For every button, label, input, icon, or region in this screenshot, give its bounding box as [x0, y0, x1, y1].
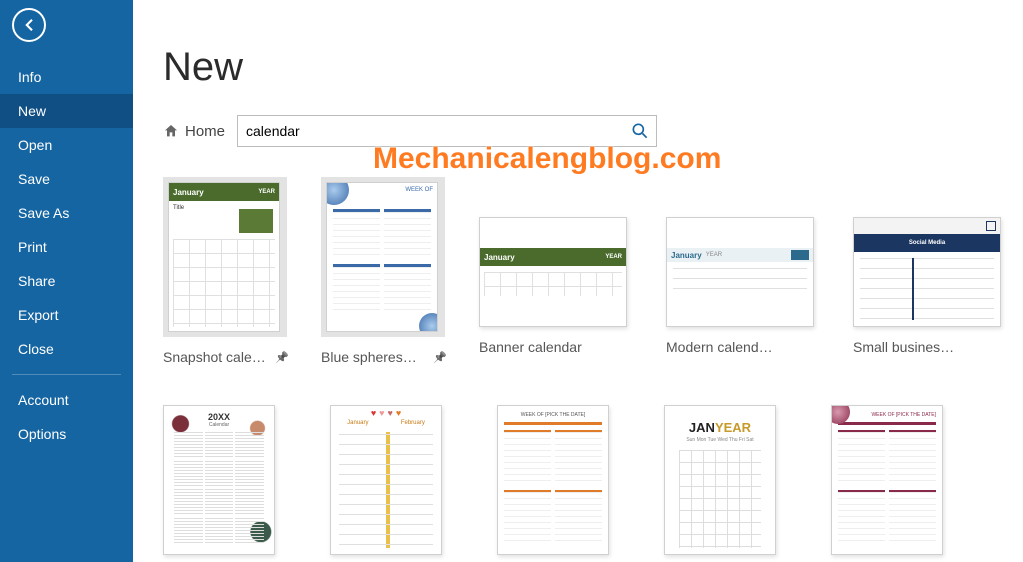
template-name: Banner calendar [479, 339, 582, 355]
template-name: Small busines… [853, 339, 954, 355]
home-icon [163, 123, 179, 139]
template-card[interactable]: JanuaryYEAR Banner calendar [479, 177, 634, 365]
template-thumbnail: January YEAR [666, 217, 814, 327]
pin-icon[interactable]: 📌 [433, 351, 447, 364]
sidebar-item-save-as[interactable]: Save As [0, 196, 133, 230]
template-thumbnail: ♥♥♥♥ JanuaryFebruary [330, 405, 442, 555]
sidebar-item-export[interactable]: Export [0, 298, 133, 332]
breadcrumb-home[interactable]: Home [185, 123, 225, 140]
backstage-sidebar: InfoNewOpenSaveSave AsPrintShareExportCl… [0, 0, 133, 562]
template-card[interactable]: Social Media Small busines… [853, 177, 1008, 365]
sidebar-item-share[interactable]: Share [0, 264, 133, 298]
sidebar-item-save[interactable]: Save [0, 162, 133, 196]
arrow-left-icon [20, 16, 38, 34]
sidebar-item-account[interactable]: Account [0, 383, 133, 417]
template-thumbnail: JanuaryYEAR Title [168, 182, 280, 332]
sidebar-item-info[interactable]: Info [0, 60, 133, 94]
template-card[interactable]: 20XX Calendar Modern floral… [163, 405, 298, 562]
template-thumbnail: 20XX Calendar [163, 405, 275, 555]
template-thumbnail: Social Media [853, 217, 1001, 327]
page-title: New [163, 45, 1023, 90]
template-name: Snapshot cale… [163, 349, 266, 365]
sidebar-item-close[interactable]: Close [0, 332, 133, 366]
template-name: Blue spheres… [321, 349, 417, 365]
search-input[interactable] [238, 116, 624, 146]
template-card[interactable]: JANYEAR Sun Mon Tue Wed Thu Fri Sat Cale… [664, 405, 799, 562]
search-box [237, 115, 657, 147]
template-name: Modern calendar w… [666, 339, 776, 355]
menu-separator [12, 374, 121, 375]
template-card[interactable]: JanuaryYEAR Title Snapshot cale… 📌 [163, 177, 289, 365]
template-thumbnail: WEEK OF [326, 182, 438, 332]
template-card[interactable]: WEEK OF [PICK THE DATE] Rose suite ap… [831, 405, 966, 562]
template-card[interactable]: January YEAR Modern calendar w… [666, 177, 821, 365]
template-thumbnail: JanuaryYEAR [479, 217, 627, 327]
search-icon [630, 121, 650, 141]
template-thumbnail: JANYEAR Sun Mon Tue Wed Thu Fri Sat [664, 405, 776, 555]
search-button[interactable] [624, 116, 656, 146]
main-panel: New Home Mechanicalengblog.com JanuaryYE… [133, 0, 1023, 562]
breadcrumb: Home [163, 115, 1023, 147]
template-card[interactable]: WEEK OF Blue spheres… 📌 [321, 177, 447, 365]
template-card[interactable]: ♥♥♥♥ JanuaryFebruary Birthday and… [330, 405, 465, 562]
sidebar-item-new[interactable]: New [0, 94, 133, 128]
template-card[interactable]: WEEK OF [PICK THE DATE] Weekly appoi… [497, 405, 632, 562]
sidebar-item-print[interactable]: Print [0, 230, 133, 264]
template-grid: JanuaryYEAR Title Snapshot cale…📌WEEK OF… [163, 177, 1023, 562]
sidebar-item-open[interactable]: Open [0, 128, 133, 162]
sidebar-item-options[interactable]: Options [0, 417, 133, 451]
pin-icon[interactable]: 📌 [275, 351, 289, 364]
template-thumbnail: WEEK OF [PICK THE DATE] [831, 405, 943, 555]
template-thumbnail: WEEK OF [PICK THE DATE] [497, 405, 609, 555]
watermark-text: Mechanicalengblog.com [373, 142, 721, 176]
back-button[interactable] [12, 8, 46, 42]
